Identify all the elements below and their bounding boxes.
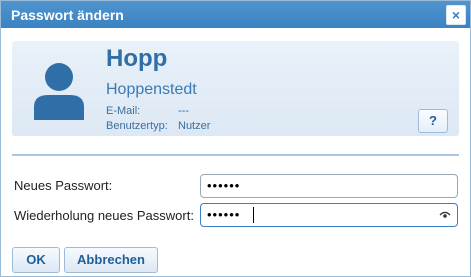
change-password-dialog: Passwort ändern × Hopp Hoppenstedt E-Mai… bbox=[0, 0, 471, 277]
user-type-label: Benutzertyp: bbox=[106, 120, 168, 132]
dialog-titlebar: Passwort ändern × bbox=[1, 1, 470, 28]
close-icon: × bbox=[451, 7, 461, 23]
separator bbox=[12, 154, 459, 156]
repeat-password-label: Wiederholung neues Passwort: bbox=[14, 208, 194, 223]
user-profile-panel: Hopp Hoppenstedt E-Mail: --- Benutzertyp:… bbox=[12, 41, 459, 136]
ok-button[interactable]: OK bbox=[12, 247, 60, 273]
new-password-label: Neues Passwort: bbox=[14, 178, 113, 193]
repeat-password-field[interactable]: •••••• bbox=[200, 203, 458, 227]
user-type-row: Benutzertyp: Nutzer bbox=[106, 120, 210, 132]
close-button[interactable]: × bbox=[446, 5, 466, 25]
dialog-title: Passwort ändern bbox=[11, 7, 124, 23]
new-password-field[interactable]: •••••• bbox=[200, 174, 458, 198]
email-label: E-Mail: bbox=[106, 105, 141, 117]
email-value: --- bbox=[178, 105, 189, 117]
user-type-value: Nutzer bbox=[178, 120, 211, 132]
new-password-value: •••••• bbox=[207, 178, 241, 193]
user-avatar-icon bbox=[34, 63, 84, 120]
email-row: E-Mail: --- bbox=[106, 105, 189, 117]
cancel-button[interactable]: Abbrechen bbox=[64, 247, 158, 273]
user-full-name: Hoppenstedt bbox=[106, 81, 197, 98]
eye-icon[interactable] bbox=[439, 210, 451, 220]
user-short-name: Hopp bbox=[106, 45, 168, 72]
text-caret bbox=[253, 207, 254, 223]
repeat-password-value: •••••• bbox=[207, 207, 241, 222]
help-button[interactable]: ? bbox=[418, 109, 448, 133]
